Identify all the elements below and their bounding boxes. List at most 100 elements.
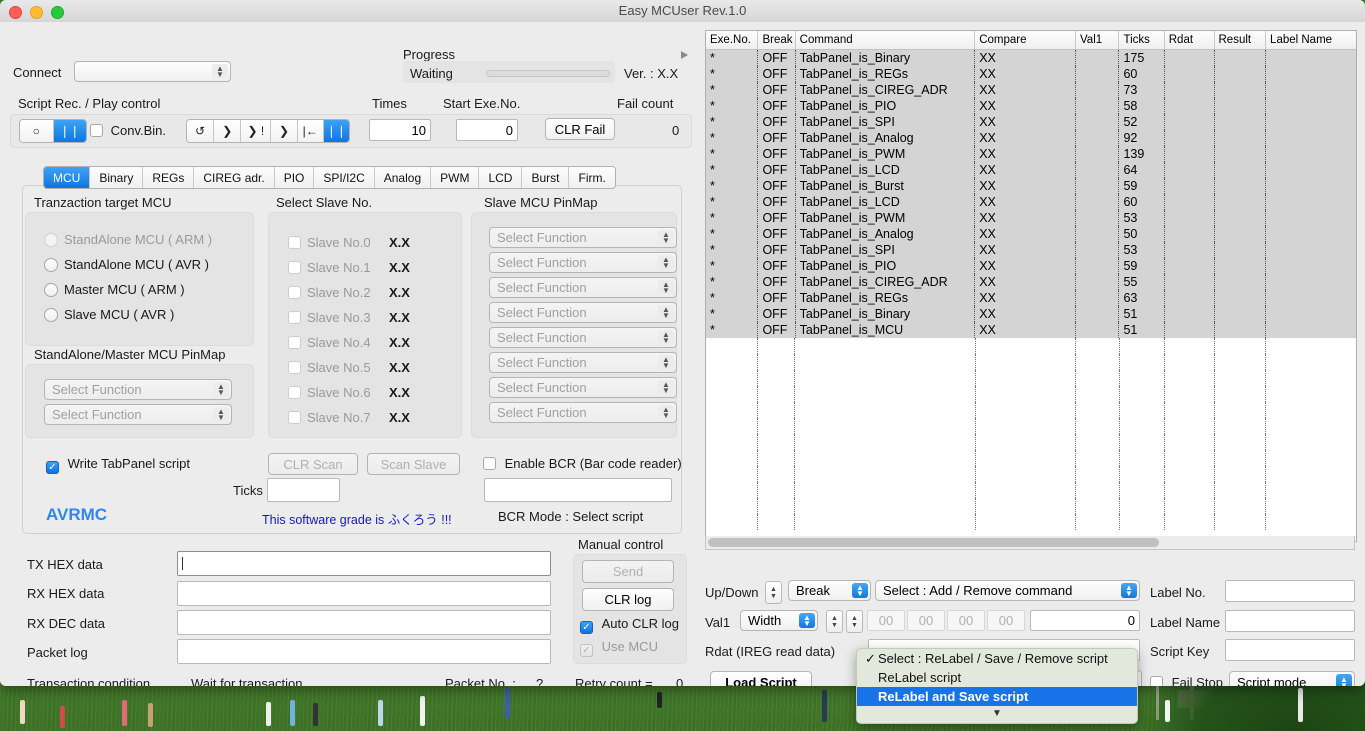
radio-button-icon[interactable] xyxy=(44,307,58,322)
slave-row-7[interactable]: Slave No.7 X.X xyxy=(288,405,410,430)
script-key-input[interactable] xyxy=(1225,639,1355,661)
tab-analog[interactable]: Analog xyxy=(374,167,432,188)
clr-scan-button[interactable]: CLR Scan xyxy=(268,453,358,475)
table-empty-row[interactable] xyxy=(706,418,1356,434)
start-exe-no-input[interactable]: 0 xyxy=(456,119,518,141)
pause-record-button[interactable]: ❘❘ xyxy=(53,120,86,142)
script-table-empty-rows[interactable] xyxy=(706,338,1356,530)
slave-checkbox[interactable] xyxy=(288,411,301,424)
window-titlebar[interactable]: Easy MCUser Rev.1.0 xyxy=(0,0,1365,23)
tab-pio[interactable]: PIO xyxy=(274,167,315,188)
script-table-hscrollbar[interactable] xyxy=(705,536,1355,550)
slave-row-0[interactable]: Slave No.0 X.X xyxy=(288,230,410,255)
byte-field-row[interactable]: 00 00 00 00 xyxy=(867,610,1025,631)
slave-pinmap-list[interactable]: Select Function ▲ ▼ Select Function ▲ ▼ Select… xyxy=(489,227,677,427)
table-empty-row[interactable] xyxy=(706,370,1356,386)
script-table-body[interactable]: * OFF TabPanel_is_Binary XX 175 * OFF TabPanel_… xyxy=(706,50,1356,338)
enable-bcr-checkbox[interactable]: Enable BCR (Bar code reader) xyxy=(483,456,682,471)
write-tabpanel-script-checkbox-box[interactable]: ✓ xyxy=(46,461,59,474)
column-header-command[interactable]: Command xyxy=(796,31,976,49)
table-row[interactable]: * OFF TabPanel_is_Analog XX 92 xyxy=(706,130,1356,146)
clr-log-button[interactable]: CLR log xyxy=(582,588,674,611)
updown-stepper[interactable]: ▲ ▼ xyxy=(765,581,782,604)
table-empty-row[interactable] xyxy=(706,354,1356,370)
rx-hex-data-input[interactable] xyxy=(177,581,551,606)
label-name-input[interactable] xyxy=(1225,610,1355,632)
scan-slave-button[interactable]: Scan Slave xyxy=(367,453,460,475)
play-segmented-control[interactable]: ↺ ❯ ❯ ! ❯ |← ❘❘ xyxy=(186,119,350,143)
slave-row-4[interactable]: Slave No.4 X.X xyxy=(288,330,410,355)
table-row[interactable]: * OFF TabPanel_is_Analog XX 50 xyxy=(706,226,1356,242)
slave-pinmap-select-6[interactable]: Select Function ▲ ▼ xyxy=(489,377,677,398)
slave-pinmap-select-5[interactable]: Select Function ▲ ▼ xyxy=(489,352,677,373)
tab-lcd[interactable]: LCD xyxy=(479,167,523,188)
slave-list[interactable]: Slave No.0 X.X Slave No.1 X.X Slave No.2 X.X S… xyxy=(288,230,410,430)
column-header-compare[interactable]: Compare xyxy=(975,31,1076,49)
triangle-down-icon[interactable]: ▼ xyxy=(857,706,1137,723)
packet-log-input[interactable] xyxy=(177,639,551,664)
table-row[interactable]: * OFF TabPanel_is_Binary XX 51 xyxy=(706,306,1356,322)
slave-pinmap-select-3[interactable]: Select Function ▲ ▼ xyxy=(489,302,677,323)
script-table-hscroll-thumb[interactable] xyxy=(708,538,1159,547)
progress-disclosure-triangle[interactable] xyxy=(681,51,688,59)
table-row[interactable]: * OFF TabPanel_is_PIO XX 58 xyxy=(706,98,1356,114)
slave-pinmap-select-7[interactable]: Select Function ▲ ▼ xyxy=(489,402,677,423)
slave-row-6[interactable]: Slave No.6 X.X xyxy=(288,380,410,405)
tab-firm[interactable]: Firm. xyxy=(569,167,615,188)
break-select[interactable]: Break ▲ ▼ xyxy=(788,580,871,601)
slave-checkbox[interactable] xyxy=(288,236,301,249)
column-header-val1[interactable]: Val1 xyxy=(1076,31,1120,49)
table-empty-row[interactable] xyxy=(706,466,1356,482)
record-segmented-control[interactable]: ○ ❘❘ xyxy=(19,119,87,143)
slave-row-2[interactable]: Slave No.2 X.X xyxy=(288,280,410,305)
table-empty-row[interactable] xyxy=(706,402,1356,418)
standalone-pinmap-select-0[interactable]: Select Function ▲ ▼ xyxy=(44,379,232,400)
tab-burst[interactable]: Burst xyxy=(522,167,570,188)
times-input[interactable]: 10 xyxy=(369,119,431,141)
loop-button[interactable]: ↺ xyxy=(187,120,215,142)
rx-dec-data-input[interactable] xyxy=(177,610,551,635)
tab-spi-i2c[interactable]: SPI/I2C xyxy=(314,167,375,188)
pause-play-button[interactable]: ❘❘ xyxy=(323,120,349,142)
script-table[interactable]: Exe.No. Break Command Compare Val1 Ticks Rdat R… xyxy=(705,30,1357,542)
byte-field-3[interactable]: 00 xyxy=(987,610,1025,631)
column-header-label-name[interactable]: Label Name xyxy=(1266,31,1356,49)
slave-checkbox[interactable] xyxy=(288,336,301,349)
script-mode-select[interactable]: Script mode ▲ ▼ xyxy=(1229,671,1355,686)
step-button[interactable]: ❯ xyxy=(271,120,298,142)
slave-pinmap-select-2[interactable]: Select Function ▲ ▼ xyxy=(489,277,677,298)
byte-field-0[interactable]: 00 xyxy=(867,610,905,631)
val1-stepper-a[interactable]: ▲ ▼ xyxy=(826,610,843,633)
fail-stop-checkbox-box[interactable] xyxy=(1150,676,1163,686)
rewind-button[interactable]: |← xyxy=(297,120,324,142)
play-button[interactable]: ❯ xyxy=(214,120,242,142)
mcu-radio-2[interactable]: Master MCU ( ARM ) xyxy=(44,277,212,302)
fail-stop-checkbox[interactable]: Fail Stop xyxy=(1150,675,1223,686)
send-button[interactable]: Send xyxy=(582,560,674,583)
slave-checkbox[interactable] xyxy=(288,286,301,299)
ticks-input[interactable] xyxy=(267,478,340,502)
menu-item-0[interactable]: ✓ Select : ReLabel / Save / Remove script xyxy=(857,649,1137,668)
radio-button-icon[interactable] xyxy=(44,257,58,272)
table-empty-row[interactable] xyxy=(706,482,1356,498)
conv-bin-checkbox-box[interactable] xyxy=(90,124,103,137)
slave-pinmap-select-1[interactable]: Select Function ▲ ▼ xyxy=(489,252,677,273)
slave-row-5[interactable]: Slave No.5 X.X xyxy=(288,355,410,380)
tab-regs[interactable]: REGs xyxy=(143,167,195,188)
table-row[interactable]: * OFF TabPanel_is_PIO XX 59 xyxy=(706,258,1356,274)
mcu-radio-list[interactable]: StandAlone MCU ( ARM ) StandAlone MCU ( A… xyxy=(44,227,212,327)
byte-field-1[interactable]: 00 xyxy=(907,610,945,631)
mcu-radio-1[interactable]: StandAlone MCU ( AVR ) xyxy=(44,252,212,277)
tab-cireg-adr[interactable]: CIREG adr. xyxy=(194,167,275,188)
relabel-dropdown-menu[interactable]: ✓ Select : ReLabel / Save / Remove script… xyxy=(856,648,1138,724)
auto-clr-log-checkbox-box[interactable]: ✓ xyxy=(580,621,593,634)
play-once-button[interactable]: ❯ ! xyxy=(241,120,272,142)
table-row[interactable]: * OFF TabPanel_is_LCD XX 60 xyxy=(706,194,1356,210)
column-header-rdat[interactable]: Rdat xyxy=(1165,31,1215,49)
menu-item-1[interactable]: ReLabel script xyxy=(857,668,1137,687)
slave-pinmap-select-0[interactable]: Select Function ▲ ▼ xyxy=(489,227,677,248)
enable-bcr-checkbox-box[interactable] xyxy=(483,457,496,470)
bcr-input[interactable] xyxy=(484,478,672,502)
tx-hex-data-input[interactable] xyxy=(177,551,551,576)
column-header-ticks[interactable]: Ticks xyxy=(1119,31,1165,49)
